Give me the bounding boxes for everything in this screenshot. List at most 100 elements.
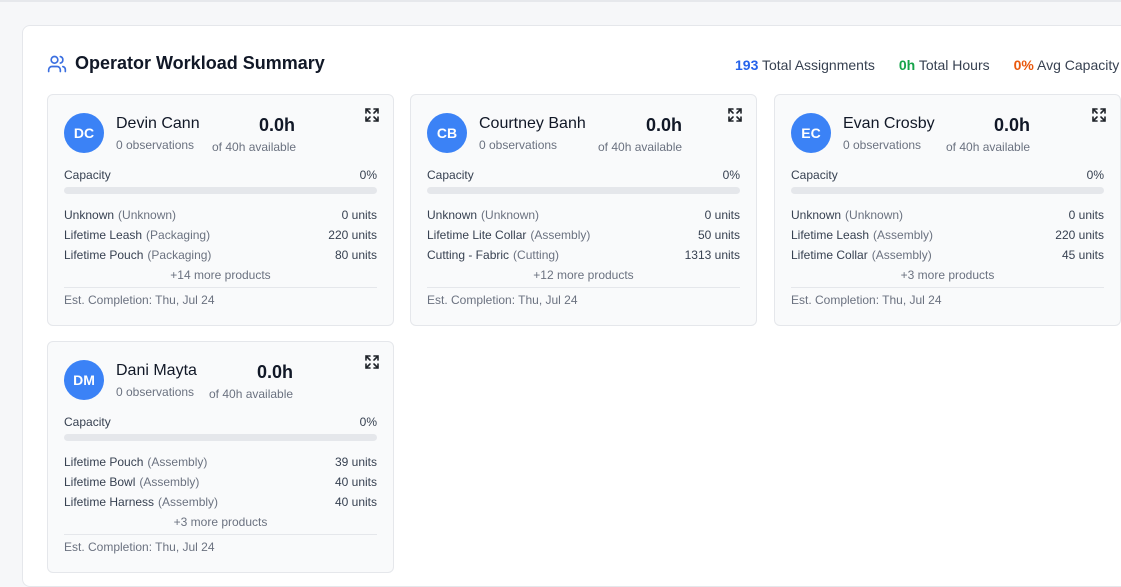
stat-value: 193	[735, 57, 759, 73]
product-units: 40 units	[334, 475, 377, 489]
expand-icon[interactable]	[364, 354, 380, 370]
stat-total-assignments: 193 Total Assignments	[735, 57, 875, 73]
observation-count: 0 observations	[116, 385, 195, 399]
panel-header: Operator Workload Summary	[47, 53, 325, 74]
capacity-label: Capacity	[64, 415, 111, 429]
avatar: DM	[64, 360, 104, 400]
capacity-label: Capacity	[791, 168, 838, 182]
product-row: Lifetime Pouch (Packaging) 80 units	[64, 248, 377, 262]
hours-value: 0.0h	[257, 362, 294, 382]
panel-title: Operator Workload Summary	[75, 53, 325, 73]
hours-available: of 40h available	[946, 140, 1031, 154]
expand-icon[interactable]	[727, 107, 743, 123]
product-name: Unknown	[64, 208, 115, 222]
product-row: Lifetime Leash (Packaging) 220 units	[64, 228, 377, 242]
product-row: Unknown (Unknown) 0 units	[427, 208, 740, 222]
product-name: Lifetime Lite Collar	[427, 228, 527, 242]
product-category: (Packaging)	[147, 248, 212, 262]
stat-value: 0%	[1013, 57, 1034, 73]
hours-value: 0.0h	[646, 115, 683, 135]
product-row: Lifetime Lite Collar (Assembly) 50 units	[427, 228, 740, 242]
product-row: Unknown (Unknown) 0 units	[791, 208, 1104, 222]
product-category: (Unknown)	[118, 208, 177, 222]
hours-available: of 40h available	[209, 387, 294, 401]
capacity-bar	[64, 434, 377, 441]
operator-name: Evan Crosby	[843, 115, 935, 132]
expand-icon[interactable]	[1091, 107, 1107, 123]
operator-card: EC Evan Crosby 0 observations 0.0h of 40…	[774, 94, 1121, 326]
product-name: Lifetime Collar	[791, 248, 868, 262]
summary-stats: 193 Total Assignments 0h Total Hours 0% …	[735, 57, 1121, 73]
product-category: (Assembly)	[871, 248, 932, 262]
capacity-bar	[791, 187, 1104, 194]
expand-icon[interactable]	[364, 107, 380, 123]
product-category: (Unknown)	[845, 208, 904, 222]
capacity-percent: 0%	[722, 168, 740, 182]
product-row: Unknown (Unknown) 0 units	[64, 208, 377, 222]
operator-name: Devin Cann	[116, 115, 200, 132]
product-category: (Assembly)	[139, 475, 200, 489]
product-units: 0 units	[704, 208, 740, 222]
product-name: Lifetime Harness	[64, 495, 155, 509]
product-category: (Unknown)	[481, 208, 540, 222]
hours-value: 0.0h	[994, 115, 1031, 135]
est-completion: Est. Completion: Thu, Jul 24	[427, 293, 578, 307]
capacity-bar	[64, 187, 377, 194]
product-name: Unknown	[427, 208, 478, 222]
product-name: Lifetime Bowl	[64, 475, 136, 489]
product-category: (Assembly)	[530, 228, 591, 242]
observation-count: 0 observations	[116, 138, 195, 152]
est-completion: Est. Completion: Thu, Jul 24	[64, 293, 215, 307]
product-units: 80 units	[334, 248, 377, 262]
product-units: 40 units	[334, 495, 377, 509]
stat-total-hours: 0h Total Hours	[899, 57, 990, 73]
operator-card: DC Devin Cann 0 observations 0.0h of 40h…	[47, 94, 394, 326]
more-products-link[interactable]: +3 more products	[791, 268, 1104, 282]
observation-count: 0 observations	[479, 138, 558, 152]
product-units: 220 units	[1055, 228, 1104, 242]
product-name: Lifetime Leash	[64, 228, 143, 242]
users-icon	[47, 55, 67, 72]
stat-avg-capacity: 0% Avg Capacity	[1014, 57, 1120, 73]
product-name: Lifetime Pouch	[64, 455, 144, 469]
product-category: (Assembly)	[158, 495, 219, 509]
product-units: 220 units	[328, 228, 377, 242]
operator-card: CB Courtney Banh 0 observations 0.0h of …	[410, 94, 757, 326]
divider	[427, 287, 740, 288]
product-row: Lifetime Leash (Assembly) 220 units	[791, 228, 1104, 242]
product-units: 0 units	[341, 208, 377, 222]
hours-value: 0.0h	[259, 115, 296, 135]
avatar: EC	[791, 113, 831, 153]
product-category: (Assembly)	[147, 455, 208, 469]
product-units: 45 units	[1061, 248, 1104, 262]
capacity-label: Capacity	[64, 168, 111, 182]
more-products-link[interactable]: +3 more products	[64, 515, 377, 529]
product-units: 39 units	[334, 455, 377, 469]
product-row: Lifetime Bowl (Assembly) 40 units	[64, 475, 377, 489]
divider	[64, 534, 377, 535]
product-units: 0 units	[1068, 208, 1104, 222]
more-products-link[interactable]: +14 more products	[64, 268, 377, 282]
capacity-percent: 0%	[1086, 168, 1104, 182]
divider	[791, 287, 1104, 288]
stat-label: Avg Capacity	[1037, 57, 1120, 73]
product-name: Lifetime Leash	[791, 228, 870, 242]
top-divider	[0, 0, 1121, 2]
capacity-percent: 0%	[359, 168, 377, 182]
divider	[64, 287, 377, 288]
more-products-link[interactable]: +12 more products	[427, 268, 740, 282]
product-row: Cutting - Fabric (Cutting) 1313 units	[427, 248, 740, 262]
product-name: Unknown	[791, 208, 842, 222]
observation-count: 0 observations	[843, 138, 922, 152]
capacity-label: Capacity	[427, 168, 474, 182]
product-category: (Assembly)	[873, 228, 934, 242]
product-category: (Cutting)	[513, 248, 560, 262]
avatar: DC	[64, 113, 104, 153]
operator-name: Dani Mayta	[116, 362, 197, 379]
stat-label: Total Hours	[918, 57, 990, 73]
hours-available: of 40h available	[598, 140, 683, 154]
avatar: CB	[427, 113, 467, 153]
product-row: Lifetime Pouch (Assembly) 39 units	[64, 455, 377, 469]
capacity-percent: 0%	[359, 415, 377, 429]
product-row: Lifetime Harness (Assembly) 40 units	[64, 495, 377, 509]
